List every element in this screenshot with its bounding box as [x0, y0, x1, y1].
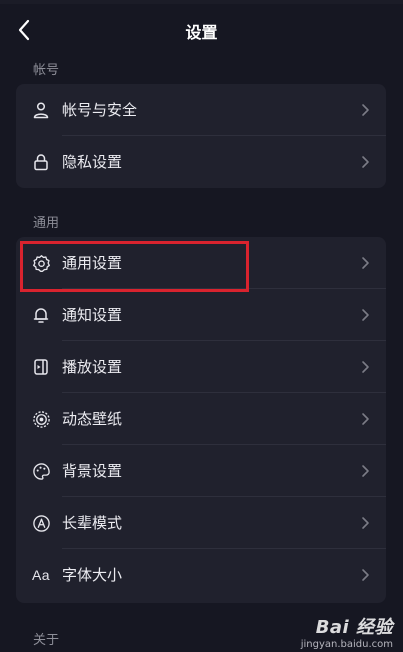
chevron-right-icon [362, 104, 369, 116]
row-font-size[interactable]: Aa 字体大小 [16, 549, 386, 601]
watermark-url: jingyan.baidu.com [300, 639, 393, 650]
palette-icon [30, 460, 52, 482]
watermark: Bai 经验 jingyan.baidu.com [301, 613, 393, 650]
chevron-right-icon [362, 257, 369, 269]
section-title-account: 帐号 [33, 63, 60, 78]
row-background-settings[interactable]: 背景设置 [16, 445, 386, 497]
row-label: 动态壁纸 [62, 410, 123, 428]
dynamic-wallpaper-icon [30, 408, 52, 430]
highlight-box [20, 241, 249, 292]
row-notification-settings[interactable]: 通知设置 [16, 289, 386, 341]
font-size-icon: Aa [31, 567, 51, 583]
row-privacy-settings[interactable]: 隐私设置 [16, 136, 386, 188]
header: 设置 [0, 0, 403, 58]
chevron-right-icon [362, 517, 369, 529]
row-label: 字体大小 [62, 566, 123, 584]
row-label: 播放设置 [62, 358, 123, 376]
watermark-logo: Bai 经验 [315, 617, 393, 638]
row-account-security[interactable]: 帐号与安全 [16, 84, 386, 136]
row-label: 隐私设置 [62, 153, 123, 171]
chevron-right-icon [362, 156, 369, 168]
chevron-right-icon [362, 361, 369, 373]
row-label: 帐号与安全 [62, 101, 138, 119]
bell-icon [30, 304, 52, 326]
chevron-right-icon [362, 413, 369, 425]
chevron-right-icon [362, 569, 369, 581]
user-icon [30, 99, 52, 121]
row-label: 长辈模式 [62, 514, 123, 532]
account-card: 帐号与安全 隐私设置 [16, 84, 386, 188]
section-title-general: 通用 [33, 216, 60, 231]
elder-mode-icon [30, 512, 52, 534]
page-title: 设置 [185, 23, 218, 42]
row-playback-settings[interactable]: 播放设置 [16, 341, 386, 393]
row-label: 背景设置 [62, 462, 123, 480]
chevron-right-icon [362, 465, 369, 477]
lock-icon [30, 151, 52, 173]
section-title-about: 关于 [33, 633, 60, 648]
chevron-right-icon [362, 309, 369, 321]
row-dynamic-wallpaper[interactable]: 动态壁纸 [16, 393, 386, 445]
row-label: 通知设置 [62, 306, 123, 324]
row-elder-mode[interactable]: 长辈模式 [16, 497, 386, 549]
play-settings-icon [30, 356, 52, 378]
